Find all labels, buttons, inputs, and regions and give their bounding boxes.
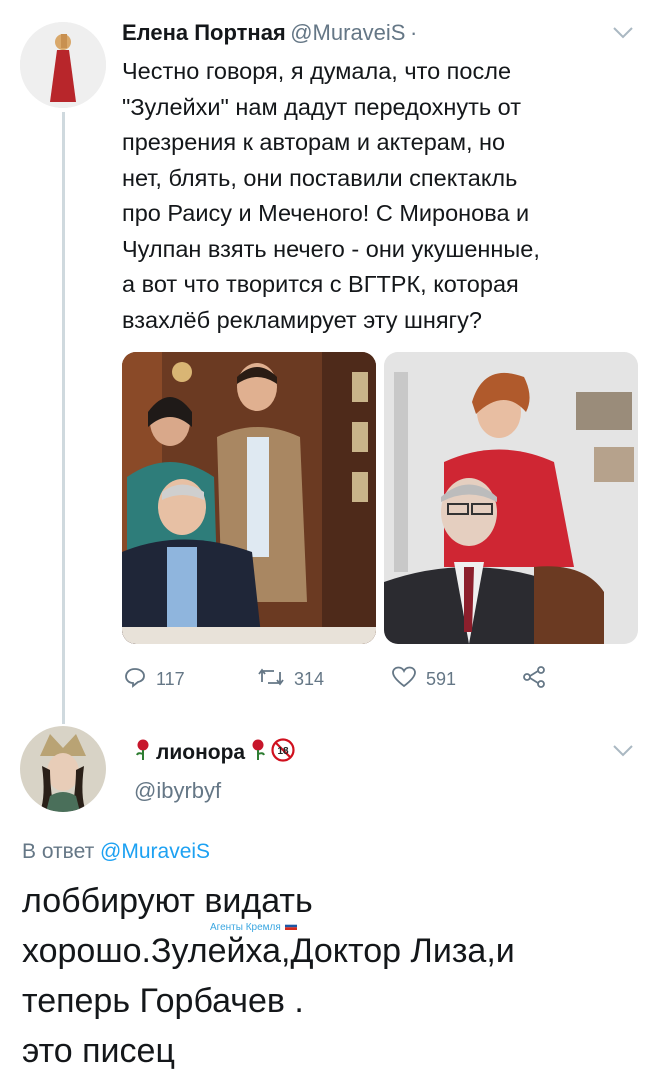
chevron-down-icon[interactable] (612, 24, 634, 45)
rose-emoji (249, 739, 267, 766)
tweet-photo-2[interactable] (384, 352, 638, 644)
share-icon (522, 666, 546, 693)
tweet-line: про Раису и Меченого! С Миронова и (122, 200, 530, 226)
author-avatar[interactable] (20, 22, 106, 108)
like-action[interactable]: 591 (392, 666, 456, 693)
tweet-line: презрения к авторам и актерам, но (122, 129, 506, 155)
rose-emoji (134, 739, 152, 766)
reply-line: лоббируют видать (22, 882, 313, 920)
retweet-action[interactable]: 314 (258, 666, 324, 693)
tweet-line: Чулпан взять нечего - они укушенные, (122, 235, 540, 262)
reply-line: хорошо.Зулейха,Доктор Лиза,и (22, 932, 515, 970)
reply-text: лоббируют видать хорошо.Зулейха,Доктор Л… (22, 876, 642, 1076)
reply-to-handle[interactable]: @MuraveiS (100, 840, 210, 863)
watermark-text: Агенты Кремля (210, 922, 281, 933)
reply-to-prefix: В ответ (22, 840, 95, 863)
share-action[interactable] (522, 666, 546, 693)
tweet-line: Честно говоря, я думала, что после (122, 58, 512, 84)
tweet-header: Елена Портная @MuraveiS · (122, 20, 417, 46)
tweet-line: нет, блять, они поставили спектакль (122, 164, 518, 191)
chevron-down-icon[interactable] (612, 742, 634, 763)
tweet-line: "Зулейхи" нам дадут передохнуть от (122, 93, 521, 120)
reply-action[interactable]: 117 (124, 666, 185, 693)
flag-icon (284, 922, 297, 933)
reply-author-handle[interactable]: @ibyrbyf (134, 778, 221, 804)
retweet-count: 314 (294, 669, 325, 689)
like-count: 591 (426, 669, 457, 689)
reply-to-line: В ответ @MuraveiS (22, 840, 210, 864)
reply-line: теперь Горбачев . (22, 982, 304, 1020)
eighteen-plus-emoji: 18 (271, 738, 295, 767)
tweet-line: а вот что творится с ВГТРК, которая (122, 271, 519, 297)
like-icon (392, 666, 416, 693)
author-name[interactable]: Елена Портная (122, 20, 286, 45)
svg-text:18: 18 (278, 746, 290, 757)
thread-line (62, 112, 65, 724)
reply-header: лионора 18 (134, 738, 295, 767)
tweet-text: Честно говоря, я думала, что после "Зуле… (122, 54, 642, 338)
tweet-line: взахлёб рекламирует эту шнягу? (122, 306, 482, 333)
separator-dot: · (409, 20, 418, 45)
reply-count: 117 (156, 669, 185, 689)
watermark: Агенты Кремля (210, 922, 297, 933)
reply-author-name[interactable]: лионора (156, 741, 245, 765)
reply-line: это писец (22, 1032, 175, 1070)
author-handle[interactable]: @MuraveiS (290, 20, 405, 45)
reply-icon (124, 666, 146, 693)
tweet-photo-1[interactable] (122, 352, 376, 644)
retweet-icon (258, 666, 284, 693)
reply-author-avatar[interactable] (20, 726, 106, 812)
